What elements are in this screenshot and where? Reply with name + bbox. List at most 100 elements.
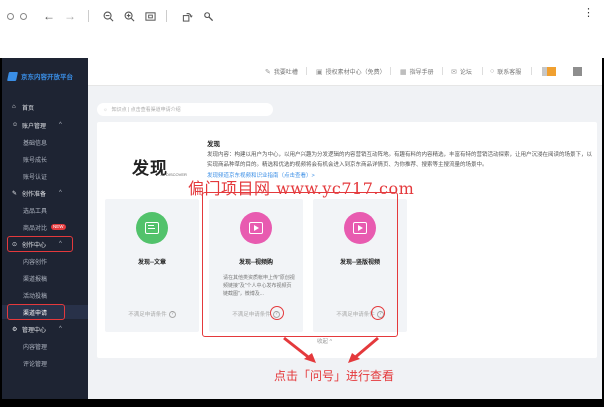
card-video-buy[interactable]: 发现--视频购 请在其他类资质帐申上传"原创视频链接"及"个人中心发布视频页链截… [209,199,303,332]
chevron-up-icon: ^ [59,326,62,332]
card-status-text: 不满足申请条件 [128,312,167,318]
nav-divider [531,67,532,75]
chevron-up-icon: ^ [59,122,62,128]
customer-service-label: 联系客服 [497,70,522,76]
sidebar-item-label: 创作准备 [22,191,47,198]
toolbar-divider [88,10,89,22]
customer-service-link[interactable]: ○ 联系客服 [490,67,521,76]
rotate-icon[interactable] [182,9,193,23]
settings-icon[interactable] [203,9,214,23]
sidebar-item-growth[interactable]: 账号成长 [2,152,88,166]
sidebar-item-comment-manage[interactable]: 评论管理 [2,356,88,370]
material-center-link[interactable]: ▣ 授权素材中心（免费） [316,67,386,77]
new-badge: NEW [51,224,66,230]
user-avatar[interactable] [542,67,556,76]
sidebar-item-label: 内容管理 [23,344,48,351]
sidebar-item-manage-center[interactable]: ⚙ 管理中心 ^ [2,322,88,336]
sidebar-item-label: 选品工具 [23,208,48,215]
forum-icon: ✉ [451,68,457,76]
notice-text: 知识点 | 点击查看渠道申请介绍 [111,107,181,113]
sidebar-item-label: 账号认证 [23,174,48,181]
sidebar-item-home[interactable]: ⌂ 首页 [2,100,88,114]
vertical-video-icon [344,212,376,244]
back-arrow-icon[interactable]: ← [43,9,55,23]
menu-square-icon[interactable] [573,67,582,76]
question-icon[interactable]: ? [168,310,176,318]
zoom-in-icon[interactable] [124,9,135,23]
sidebar-item-verify[interactable]: 账号认证 [2,169,88,183]
forum-link[interactable]: ✉ 论坛 [451,67,472,77]
video-buy-icon [240,212,272,244]
viewer-toolbar: ← → ⋮ [0,0,604,58]
fit-icon[interactable] [145,9,156,23]
lightbulb-icon: ☼ [103,106,108,113]
window-minimize-dot[interactable] [20,9,27,23]
forward-arrow-icon[interactable]: → [64,9,76,23]
home-icon: ⌂ [12,104,16,110]
sidebar-item-label: 商品对比 [23,225,48,232]
nav-divider [390,67,391,75]
sidebar-item-label: 创作中心 [22,242,47,249]
watermark: 偏门项目网 www.yc717.com [188,179,415,198]
channel-description: 发现内容：构建以用户为中心，以用户兴趣为分发逻辑的内容营销互动阵地。有趣有料的内… [207,152,593,168]
discover-logo-sub: JD DISCOVER [160,172,187,177]
nav-divider [482,67,483,75]
card-status-text: 不满足申请条件 [232,312,271,318]
sidebar-item-channel-apply[interactable]: 渠道申请 [2,305,88,319]
book-icon: ▦ [400,68,407,76]
sidebar-item-create-center[interactable]: ⊙ 创作中心 ^ [2,237,88,251]
sidebar-item-label: 首页 [22,105,35,112]
complaint-label: 我要吐槽 [273,70,298,76]
notice-bar[interactable]: ☼ 知识点 | 点击查看渠道申请介绍 [97,103,273,116]
nav-divider [306,67,307,75]
platform-name: 京东内容开放平台 [21,74,73,81]
annotation-text: 点击「问号」进行查看 [274,369,395,383]
sidebar-item-prep[interactable]: ✎ 创作准备 ^ [2,186,88,200]
sidebar-item-label: 渠道申请 [23,310,48,317]
jd-logo-icon [7,71,18,81]
sidebar-item-label: 基础信息 [23,140,48,147]
sidebar-item-label: 评论管理 [23,361,48,368]
article-icon [136,212,168,244]
sidebar-item-account[interactable]: ☺ 账户管理 ^ [2,118,88,132]
create-icon: ⊙ [12,241,18,248]
guide-label: 指导手册 [409,70,434,76]
annotation-arrows [283,336,379,363]
card-status: 不满足申请条件 ? [105,310,199,318]
card-status: 不满足申请条件 ? [209,310,303,318]
sidebar-item-channel-submit[interactable]: 渠道报稿 [2,271,88,285]
sidebar-item-compare[interactable]: 商品对比 NEW [2,220,88,234]
sidebar: 京东内容开放平台 ⌂ 首页 ☺ 账户管理 ^ 基础信息 账号成长 账号认证 ✎ … [2,58,88,399]
sidebar-item-content-manage[interactable]: 内容管理 [2,339,88,353]
manage-icon: ⚙ [12,326,18,333]
sidebar-item-basic-info[interactable]: 基础信息 [2,135,88,149]
zoom-out-icon[interactable] [103,9,114,23]
card-vertical-video[interactable]: 发现--竖版视频 不满足申请条件 ? [313,199,407,332]
sidebar-item-activity-submit[interactable]: 活动投稿 [2,288,88,302]
card-title: 发现--竖版视频 [340,260,380,266]
card-status: 不满足申请条件 ? [313,310,407,318]
sidebar-item-product-tool[interactable]: 选品工具 [2,203,88,217]
sidebar-item-label: 内容创作 [23,259,48,266]
sidebar-item-label: 账户管理 [22,123,47,130]
complaint-link[interactable]: ✎ 我要吐槽 [265,67,298,77]
card-title: 发现--文章 [138,260,166,266]
platform-logo[interactable]: 京东内容开放平台 [7,71,73,81]
card-article[interactable]: 发现--文章 不满足申请条件 ? [105,199,199,332]
edit-icon: ✎ [265,68,271,76]
top-navigation: ✎ 我要吐槽 ▣ 授权素材中心（免费） ▦ 指导手册 ✉ 论坛 ○ 联系客服 [2,58,602,86]
pencil-icon: ✎ [12,190,18,197]
guide-link[interactable]: ▦ 指导手册 [400,67,434,77]
sidebar-item-label: 账号成长 [23,157,48,164]
sidebar-item-content-create[interactable]: 内容创作 [2,254,88,268]
chevron-up-icon: ^ [59,190,62,196]
card-title: 发现--视频购 [239,260,273,266]
highlight-question-video-buy [270,306,284,320]
card-description: 请在其他类资质帐申上传"原创视频链接"及"个人中心发布视频页链截图"，微博及..… [223,275,295,297]
page-screenshot: ✎ 我要吐槽 ▣ 授权素材中心（免费） ▦ 指导手册 ✉ 论坛 ○ 联系客服 京… [2,58,602,399]
sidebar-item-label: 管理中心 [22,327,47,334]
toolbar-divider [166,10,167,22]
more-icon[interactable]: ⋮ [583,8,594,19]
nav-divider [442,67,443,75]
window-close-dot[interactable] [7,9,14,23]
